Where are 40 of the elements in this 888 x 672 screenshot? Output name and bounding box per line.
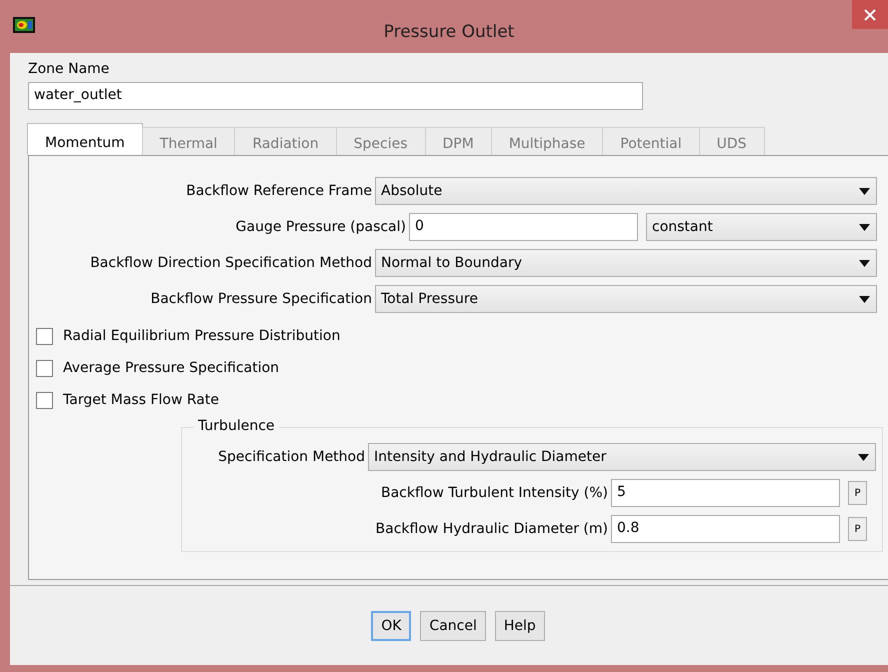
checkbox[interactable] <box>36 328 53 344</box>
field-label: Backflow Pressure Specification <box>150 291 373 307</box>
field-label: Backflow Reference Frame <box>185 183 373 199</box>
app-icon <box>13 17 35 33</box>
input-field[interactable]: 0 <box>409 213 638 241</box>
caret-icon <box>859 188 870 194</box>
zone-name-field[interactable]: water_outlet <box>28 82 643 110</box>
field-label: Gauge Pressure (pascal) <box>234 219 407 235</box>
tab[interactable]: UDS <box>698 127 765 155</box>
dropdown[interactable]: constant <box>646 213 877 241</box>
dropdown[interactable]: Normal to Boundary <box>375 249 877 277</box>
dialog-button[interactable]: OK <box>371 611 412 641</box>
caret-icon <box>858 454 869 460</box>
dialog-button[interactable]: Help <box>494 611 545 641</box>
field-label: Zone Name <box>28 61 110 77</box>
window-title: Pressure Outlet <box>384 22 514 42</box>
caret-icon <box>859 296 870 302</box>
checkbox-label: Average Pressure Specification <box>63 360 280 376</box>
dropdown[interactable]: Total Pressure <box>375 285 877 313</box>
dialog-button[interactable]: Cancel <box>420 611 486 641</box>
field-label: Backflow Direction Specification Method <box>89 255 373 271</box>
parameter-button[interactable]: P <box>848 481 867 505</box>
checkbox[interactable] <box>36 392 53 408</box>
input-field[interactable]: 5 <box>611 479 840 507</box>
caret-icon <box>859 224 870 230</box>
checkbox[interactable] <box>36 360 53 376</box>
dropdown[interactable]: Intensity and Hydraulic Diameter <box>368 443 876 471</box>
close-button[interactable] <box>852 0 888 29</box>
field-label: Backflow Hydraulic Diameter (m) <box>374 521 609 537</box>
field-label: Specification Method <box>217 449 366 465</box>
checkbox-label: Target Mass Flow Rate <box>63 392 219 408</box>
dropdown[interactable]: Absolute <box>375 177 877 205</box>
tab[interactable]: Momentum <box>27 123 143 155</box>
caret-icon <box>859 260 870 266</box>
input-field[interactable]: 0.8 <box>611 515 840 543</box>
parameter-button[interactable]: P <box>848 517 867 541</box>
tab[interactable]: Thermal <box>142 127 236 155</box>
field-label: Backflow Turbulent Intensity (%) <box>380 485 609 501</box>
close-icon <box>864 8 876 20</box>
checkbox-label: Radial Equilibrium Pressure Distribution <box>63 328 340 344</box>
